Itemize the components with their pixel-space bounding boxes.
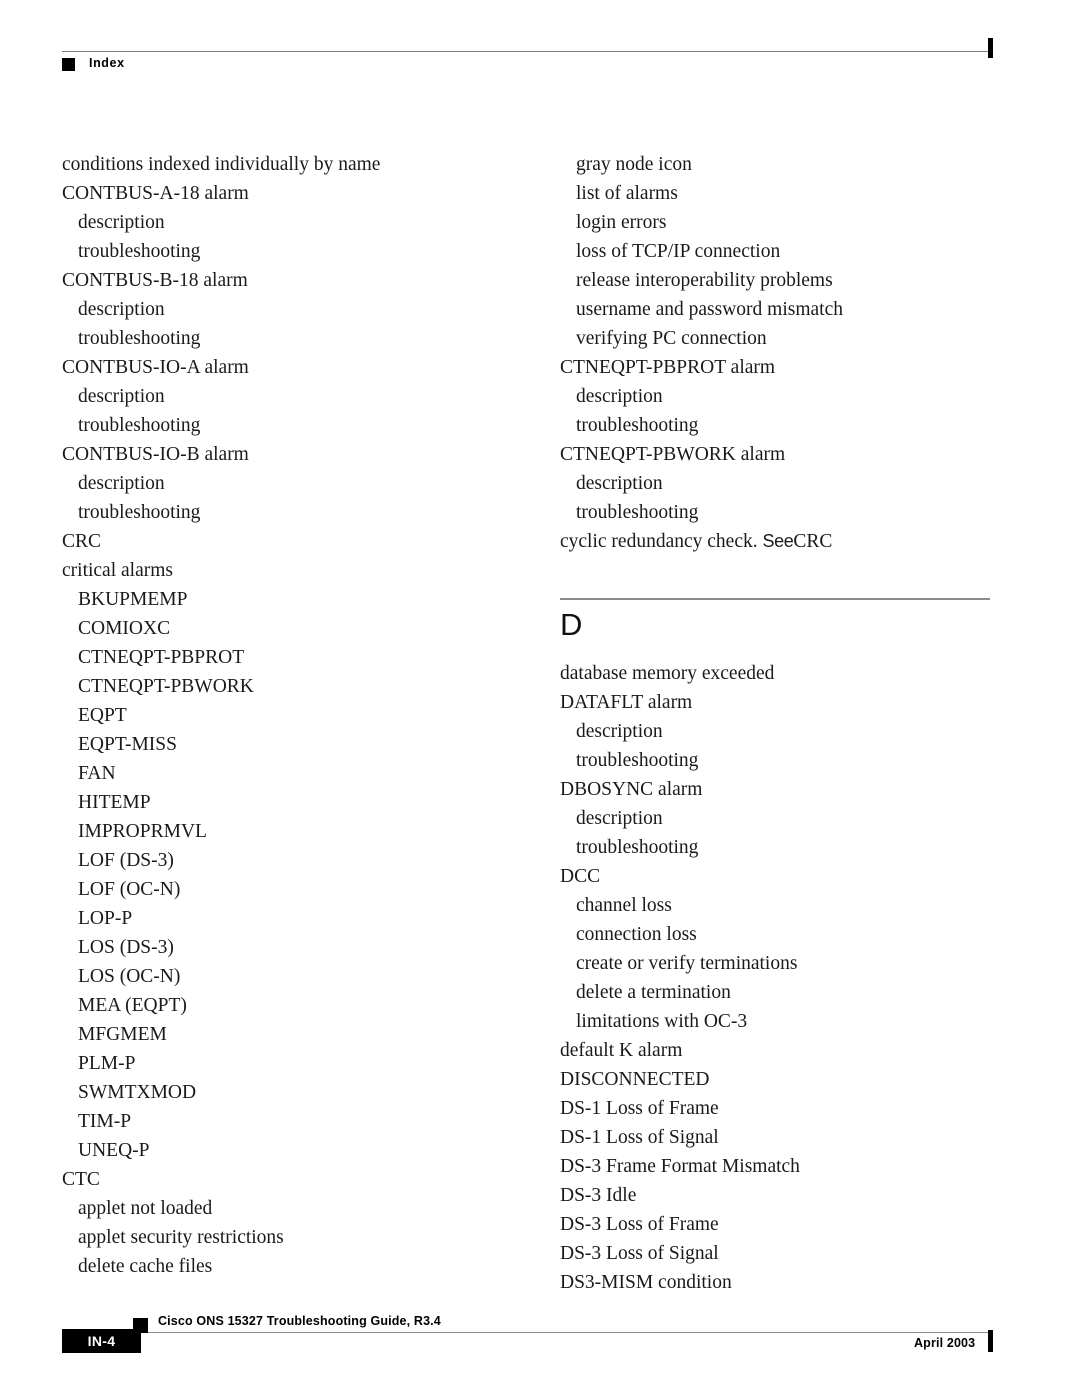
index-entry-level1[interactable]: DISCONNECTED [560,1065,990,1094]
index-entry-level2[interactable]: MEA (EQPT) [62,991,492,1020]
index-entry-level2[interactable]: LOS (DS-3) [62,933,492,962]
page-number-badge: IN-4 [62,1329,141,1353]
index-entry-level2[interactable]: connection loss [560,920,990,949]
index-entry-level2[interactable]: applet security restrictions [62,1223,492,1252]
index-entry-level2[interactable]: delete a termination [560,978,990,1007]
index-entry-level1[interactable]: database memory exceeded [560,659,990,688]
index-entry-level1[interactable]: default K alarm [560,1036,990,1065]
index-entry-level2[interactable]: UNEQ-P [62,1136,492,1165]
index-entry-level2[interactable]: EQPT-MISS [62,730,492,759]
cross-reference-lead-text: cyclic redundancy check. [560,531,763,552]
index-entry-level2[interactable]: troubleshooting [62,498,492,527]
index-entry-level1[interactable]: CTC [62,1165,492,1194]
index-entry-level2[interactable]: delete cache files [62,1252,492,1281]
index-entry-level2[interactable]: troubleshooting [560,746,990,775]
index-entry-level2[interactable]: LOF (DS-3) [62,846,492,875]
index-entry-level2[interactable]: TIM-P [62,1107,492,1136]
index-entry-level2[interactable]: troubleshooting [560,498,990,527]
document-title-label: Cisco ONS 15327 Troubleshooting Guide, R… [158,1314,441,1328]
index-entry-level1[interactable]: conditions indexed individually by name [62,150,492,179]
index-entry-level1[interactable]: DS-3 Loss of Signal [560,1239,990,1268]
header-bullet-square-icon [62,58,75,71]
index-entry-level2[interactable]: verifying PC connection [560,324,990,353]
index-entry-level2[interactable]: description [560,469,990,498]
index-entry-level2[interactable]: troubleshooting [62,324,492,353]
index-entry-level2[interactable]: description [62,469,492,498]
index-entry-level2[interactable]: LOS (OC-N) [62,962,492,991]
index-entry-level1[interactable]: DS-3 Loss of Frame [560,1210,990,1239]
index-entry-level2[interactable]: list of alarms [560,179,990,208]
index-entry-level2[interactable]: CTNEQPT-PBPROT [62,643,492,672]
index-entry-level2[interactable]: description [62,295,492,324]
cross-reference-see-label: See [762,531,794,551]
index-entry-level1[interactable]: DS-1 Loss of Frame [560,1094,990,1123]
running-head-label: Index [89,56,125,70]
section-divider-rule [560,598,990,600]
index-entry-level1[interactable]: DS3-MISM condition [560,1268,990,1297]
page-number-label: IN-4 [87,1333,116,1349]
publication-date-label: April 2003 [914,1336,976,1350]
index-entry-level2[interactable]: SWMTXMOD [62,1078,492,1107]
index-entry-level2[interactable]: LOP-P [62,904,492,933]
index-column-left: conditions indexed individually by name C… [62,150,492,1281]
index-entry-level2[interactable]: channel loss [560,891,990,920]
index-entry-level1[interactable]: CONTBUS-A-18 alarm [62,179,492,208]
index-entry-level2[interactable]: MFGMEM [62,1020,492,1049]
index-entry-level1[interactable]: CONTBUS-IO-A alarm [62,353,492,382]
index-entry-level2[interactable]: description [560,382,990,411]
index-entry-level1[interactable]: DATAFLT alarm [560,688,990,717]
index-entry-level2[interactable]: release interoperability problems [560,266,990,295]
index-entry-level2[interactable]: troubleshooting [560,411,990,440]
index-entry-level2[interactable]: LOF (OC-N) [62,875,492,904]
index-entry-level2[interactable]: COMIOXC [62,614,492,643]
index-entry-level1[interactable]: critical alarms [62,556,492,585]
index-entry-level1[interactable]: DS-3 Idle [560,1181,990,1210]
index-entry-level2[interactable]: troubleshooting [62,237,492,266]
index-entry-level2[interactable]: description [560,804,990,833]
index-entry-level2[interactable]: IMPROPRMVL [62,817,492,846]
index-entry-level2[interactable]: CTNEQPT-PBWORK [62,672,492,701]
index-cross-reference-entry[interactable]: cyclic redundancy check. SeeCRC [560,527,990,556]
index-entry-level2[interactable]: create or verify terminations [560,949,990,978]
index-entry-level2[interactable]: login errors [560,208,990,237]
index-entry-level1[interactable]: CRC [62,527,492,556]
header-divider-rule [62,51,992,52]
index-entry-level2[interactable]: HITEMP [62,788,492,817]
index-entry-level2[interactable]: BKUPMEMP [62,585,492,614]
index-entry-level1[interactable]: CONTBUS-B-18 alarm [62,266,492,295]
index-entry-level1[interactable]: DS-3 Frame Format Mismatch [560,1152,990,1181]
cross-reference-target-label[interactable]: CRC [793,531,832,552]
index-entry-level2[interactable]: FAN [62,759,492,788]
section-letter-label: D [560,607,583,642]
index-entry-level2[interactable]: troubleshooting [560,833,990,862]
index-column-right: gray node icon list of alarms login errors… [560,150,990,1297]
index-entry-level2[interactable]: PLM-P [62,1049,492,1078]
index-entry-level2[interactable]: description [560,717,990,746]
index-entry-level1[interactable]: DS-1 Loss of Signal [560,1123,990,1152]
index-entry-level2[interactable]: limitations with OC-3 [560,1007,990,1036]
index-entry-level2[interactable]: troubleshooting [62,411,492,440]
page-header: Index [0,0,1080,90]
index-entry-level2[interactable]: username and password mismatch [560,295,990,324]
index-entry-level1[interactable]: CONTBUS-IO-B alarm [62,440,492,469]
header-edge-tick-mark [988,38,993,58]
index-entry-level1[interactable]: CTNEQPT-PBPROT alarm [560,353,990,382]
index-entry-level2[interactable]: applet not loaded [62,1194,492,1223]
footer-divider-rule [140,1332,992,1333]
index-entry-level2[interactable]: gray node icon [560,150,990,179]
footer-edge-tick-mark [988,1330,993,1352]
index-entry-level2[interactable]: description [62,208,492,237]
index-section-heading: D [560,575,990,659]
index-entry-level1[interactable]: DCC [560,862,990,891]
index-entry-level1[interactable]: DBOSYNC alarm [560,775,990,804]
index-entry-level1[interactable]: CTNEQPT-PBWORK alarm [560,440,990,469]
index-entry-level2[interactable]: EQPT [62,701,492,730]
index-entry-level2[interactable]: loss of TCP/IP connection [560,237,990,266]
page-footer: IN-4 Cisco ONS 15327 Troubleshooting Gui… [0,1300,1080,1397]
index-entry-level2[interactable]: description [62,382,492,411]
